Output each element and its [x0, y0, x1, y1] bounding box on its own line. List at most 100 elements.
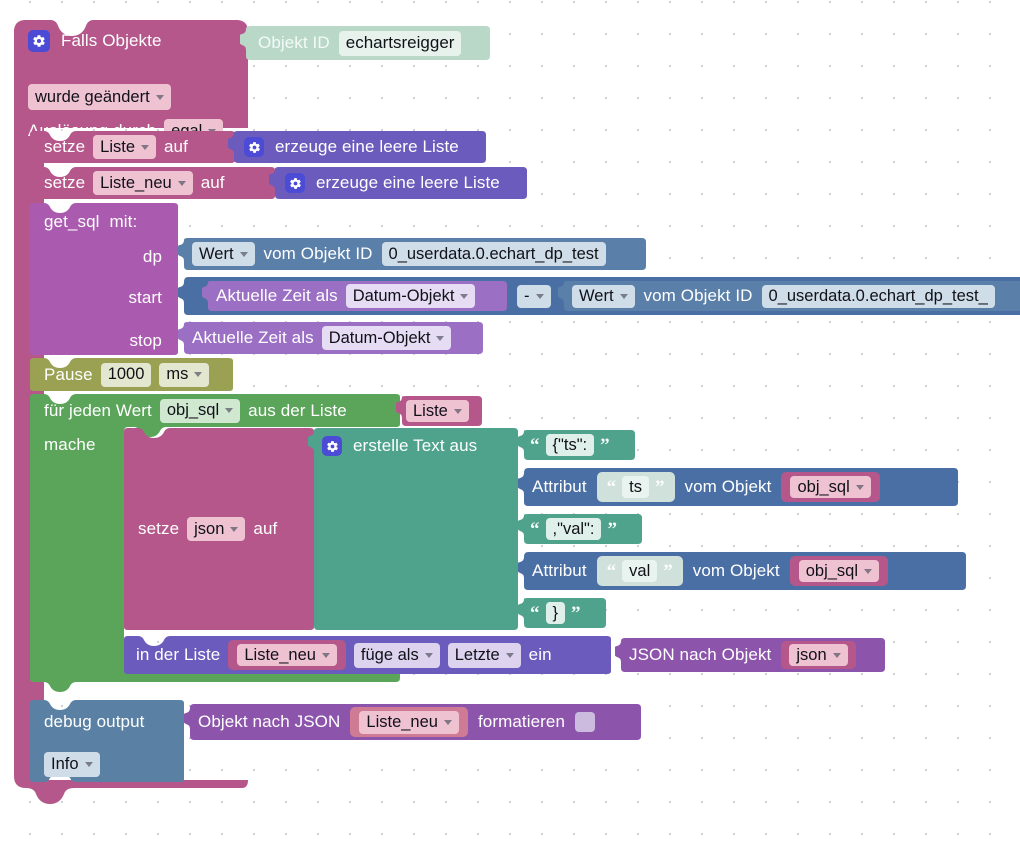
variable-dropdown-json[interactable]: json — [187, 517, 246, 541]
attribute-name-field[interactable]: val — [622, 560, 658, 582]
close-quote-icon: ” — [663, 560, 673, 582]
variable-name: Liste_neu — [244, 645, 316, 664]
text-block-ts-key[interactable]: “ {"ts": ” — [518, 430, 635, 460]
variable-dropdown-liste[interactable]: Liste — [406, 400, 469, 422]
datapoint-mode-dropdown[interactable]: Wert — [572, 284, 635, 308]
variable-dropdown-liste-neu[interactable]: Liste_neu — [237, 644, 337, 666]
open-quote-icon: “ — [606, 560, 617, 582]
attribute-name-field[interactable]: ts — [622, 476, 649, 498]
variable-block-obj-sql[interactable]: obj_sql — [781, 472, 880, 502]
format-label: formatieren — [477, 712, 566, 731]
arithmetic-operator-dropdown[interactable]: - — [517, 285, 551, 308]
create-empty-list-block-1[interactable]: erzeuge eine leere Liste — [228, 131, 486, 163]
date-block-stop[interactable]: Aktuelle Zeit als Datum-Objekt — [178, 322, 483, 354]
list-insert-mode-dropdown[interactable]: füge als — [353, 642, 440, 668]
function-call-get-sql[interactable]: get_sql mit: dp start stop — [30, 203, 178, 355]
gear-icon[interactable] — [28, 30, 50, 52]
open-quote-icon: “ — [530, 434, 540, 456]
debug-output-block[interactable]: debug output Info — [30, 700, 184, 782]
open-quote-icon: “ — [606, 476, 617, 498]
set-variable-liste[interactable]: setze Liste auf — [30, 131, 235, 163]
create-empty-list-block-2[interactable]: erzeuge eine leere Liste — [269, 167, 527, 199]
text-block-closing-brace[interactable]: “ } ” — [518, 598, 606, 628]
object-id-block[interactable]: Objekt ID echartsreigger — [240, 26, 490, 60]
text-value-field[interactable]: {"ts": — [545, 434, 595, 456]
variable-dropdown-liste-neu[interactable]: Liste_neu — [359, 710, 459, 734]
pause-amount-value: 1000 — [107, 365, 145, 383]
variable-dropdown-json[interactable]: json — [789, 644, 848, 666]
gear-icon[interactable] — [244, 137, 264, 157]
text-value-field[interactable]: } — [545, 602, 566, 624]
datapoint-mode-value: Wert — [199, 244, 234, 263]
object-id-field[interactable]: echartsreigger — [338, 30, 462, 56]
datapoint-object-id-field[interactable]: 0_userdata.0.echart_dp_test — [381, 242, 606, 266]
variable-block-liste-neu[interactable]: Liste_neu — [350, 707, 468, 737]
attribute-name-value: val — [629, 561, 651, 580]
json-to-object-block[interactable]: JSON nach Objekt json — [615, 638, 885, 672]
pause-label: Pause — [44, 364, 93, 384]
arithmetic-block-start[interactable]: Aktuelle Zeit als Datum-Objekt - Wert vo… — [178, 277, 1020, 315]
pause-amount-field[interactable]: 1000 — [100, 362, 152, 387]
variable-dropdown-obj-sql[interactable]: obj_sql — [790, 476, 871, 498]
variable-block-json[interactable]: json — [781, 641, 856, 669]
text-block-attr-name-ts[interactable]: “ ts ” — [596, 472, 675, 502]
foreach-item-variable-value: obj_sql — [166, 401, 220, 419]
chevron-down-icon — [453, 408, 462, 414]
create-text-block[interactable]: erstelle Text aus — [308, 428, 518, 630]
variable-block-liste-neu[interactable]: Liste_neu — [228, 640, 346, 670]
foreach-item-variable-dropdown[interactable]: obj_sql — [159, 398, 241, 423]
variable-block-liste[interactable]: Liste — [396, 396, 482, 426]
close-quote-icon: ” — [655, 476, 665, 498]
text-value: } — [552, 603, 559, 622]
variable-dropdown-liste[interactable]: Liste — [93, 135, 156, 159]
variable-block-obj-sql[interactable]: obj_sql — [789, 556, 889, 586]
date-format-value: Datum-Objekt — [352, 286, 455, 305]
set-label: setze — [138, 519, 180, 538]
datapoint-mode-dropdown[interactable]: Wert — [192, 242, 255, 266]
datapoint-block-start-right[interactable]: Wert vom Objekt ID 0_userdata.0.echart_d… — [558, 281, 1020, 311]
debug-level-dropdown[interactable]: Info — [44, 752, 100, 777]
date-label: Aktuelle Zeit als — [216, 286, 338, 305]
object-to-json-block[interactable]: Objekt nach JSON Liste_neu formatieren — [184, 704, 641, 740]
list-insert-block[interactable]: in der Liste Liste_neu füge als Letzte e… — [124, 636, 611, 674]
function-name: get_sql — [44, 212, 100, 231]
list-insert-mode-value: füge als — [360, 645, 419, 664]
format-checkbox[interactable] — [575, 712, 596, 732]
set-variable-liste-neu[interactable]: setze Liste_neu auf — [30, 167, 275, 199]
variable-dropdown-obj-sql[interactable]: obj_sql — [798, 560, 880, 582]
date-block-start-left[interactable]: Aktuelle Zeit als Datum-Objekt — [202, 281, 507, 311]
text-value-field[interactable]: ,"val": — [545, 518, 602, 540]
chevron-down-icon — [194, 372, 203, 377]
set-variable-json[interactable]: setze json auf — [124, 428, 314, 630]
chevron-down-icon — [321, 652, 330, 658]
chevron-down-icon — [225, 408, 234, 413]
date-format-dropdown[interactable]: Datum-Objekt — [345, 284, 476, 308]
arg-label-stop: stop — [129, 331, 162, 350]
datapoint-label: vom Objekt ID — [263, 244, 373, 263]
attribute-block-ts[interactable]: Attribut “ ts ” vom Objekt obj_sql — [518, 468, 958, 506]
chevron-down-icon — [460, 293, 469, 299]
list-insert-position-dropdown[interactable]: Letzte — [447, 642, 521, 668]
text-block-val-key[interactable]: “ ,"val": ” — [518, 514, 642, 544]
variable-dropdown-liste-neu[interactable]: Liste_neu — [93, 171, 193, 195]
to-label: auf — [253, 519, 278, 538]
attribute-of-label: vom Objekt — [684, 477, 772, 496]
pause-unit-dropdown[interactable]: ms — [159, 362, 210, 387]
gear-icon[interactable] — [322, 436, 342, 456]
datapoint-block-dp[interactable]: Wert vom Objekt ID 0_userdata.0.echart_d… — [178, 238, 646, 270]
text-block-attr-name-val[interactable]: “ val ” — [596, 556, 683, 586]
datapoint-object-id-value: 0_userdata.0.echart_dp_test — [388, 244, 599, 263]
blockly-workspace[interactable]: Falls Objekte wurde geändert Auslösung d… — [0, 0, 1020, 844]
date-format-dropdown[interactable]: Datum-Objekt — [321, 326, 452, 350]
list-insert-position-value: Letzte — [454, 645, 500, 664]
arithmetic-operator-value: - — [524, 287, 530, 305]
pause-block[interactable]: Pause 1000 ms — [30, 358, 233, 391]
datapoint-label: vom Objekt ID — [643, 286, 753, 305]
variable-name: obj_sql — [805, 561, 859, 580]
datapoint-object-id-field[interactable]: 0_userdata.0.echart_dp_test_ — [761, 284, 995, 308]
gear-icon[interactable] — [285, 173, 305, 193]
set-label: setze — [44, 173, 86, 192]
attribute-block-val[interactable]: Attribut “ val ” vom Objekt obj_sql — [518, 552, 966, 590]
list-insert-label: in der Liste — [136, 645, 221, 664]
trigger-type-dropdown[interactable]: wurde geändert — [28, 84, 171, 110]
